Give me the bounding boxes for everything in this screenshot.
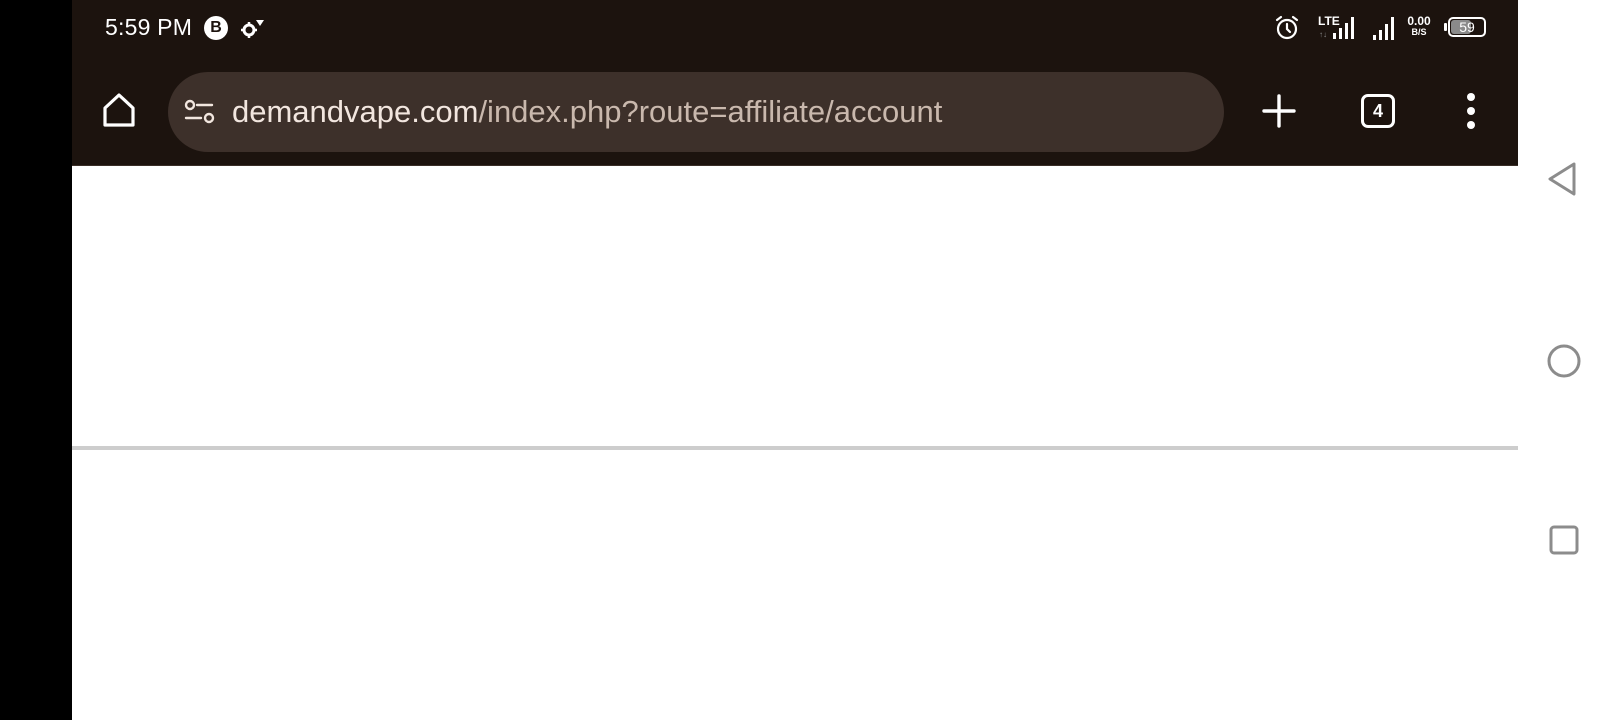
lte-signal-icon: LTE ↑↓ [1318, 14, 1354, 39]
content-divider [72, 446, 1518, 450]
site-settings-icon[interactable] [184, 98, 216, 126]
speed-unit: B/S [1411, 27, 1427, 37]
battery-icon: 59 [1444, 16, 1488, 40]
network-speed: 0.00 B/S [1402, 15, 1436, 37]
speed-value: 0.00 [1407, 14, 1431, 28]
alarm-icon [1275, 15, 1299, 40]
status-bar: 5:59 PM B LTE ↑↓ 0.00 B/S 59 [72, 0, 1518, 58]
home-icon[interactable] [99, 90, 139, 130]
url-text[interactable]: demandvape.com/index.php?route=affiliate… [232, 94, 942, 130]
browser-toolbar: demandvape.com/index.php?route=affiliate… [72, 58, 1518, 166]
address-bar[interactable]: demandvape.com/index.php?route=affiliate… [168, 72, 1224, 152]
b-badge-icon: B [204, 16, 228, 40]
back-icon[interactable] [1546, 160, 1580, 198]
signal-icon [1373, 17, 1394, 40]
url-path: /index.php?route=affiliate/account [478, 94, 943, 129]
svg-text:↑↓: ↑↓ [1319, 30, 1327, 39]
more-vert-icon[interactable] [1456, 91, 1486, 131]
phone-display: 5:59 PM B LTE ↑↓ 0.00 B/S 59 demandvape.… [72, 0, 1518, 720]
system-nav-bar [1518, 0, 1612, 720]
device-screen: 5:59 PM B LTE ↑↓ 0.00 B/S 59 demandvape.… [0, 0, 1612, 720]
battery-level: 59 [1459, 19, 1475, 35]
home-circle-icon[interactable] [1546, 343, 1582, 379]
plus-icon[interactable] [1260, 92, 1298, 130]
lte-label: LTE [1318, 14, 1340, 28]
url-domain: demandvape.com [232, 94, 479, 129]
recents-icon[interactable] [1548, 524, 1580, 556]
gear-icon [241, 20, 264, 38]
tabs-icon[interactable]: 4 [1361, 94, 1395, 128]
page-content [72, 166, 1518, 720]
status-time: 5:59 PM [105, 14, 193, 40]
